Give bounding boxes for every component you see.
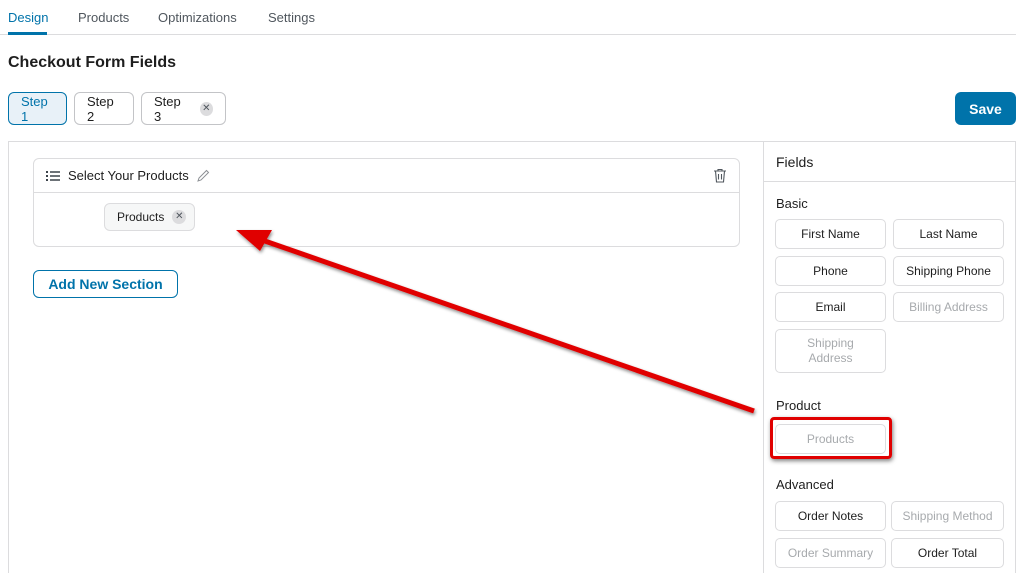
step-2-button[interactable]: Step 2 — [74, 92, 134, 125]
field-billing-address[interactable]: Billing Address — [893, 292, 1004, 322]
remove-step-icon[interactable]: ✕ — [199, 101, 213, 116]
field-email[interactable]: Email — [775, 292, 886, 322]
tab-settings[interactable]: Settings — [268, 10, 315, 25]
product-group-label: Product — [776, 398, 821, 413]
save-button[interactable]: Save — [955, 92, 1016, 125]
products-field-chip-label: Products — [117, 210, 165, 224]
field-phone[interactable]: Phone — [775, 256, 886, 286]
step-1-button[interactable]: Step 1 — [8, 92, 67, 125]
advanced-group-label: Advanced — [776, 477, 834, 492]
step-3-button[interactable]: Step 3 ✕ — [141, 92, 226, 125]
fields-sidebar: Fields Basic First Name Last Name Phone … — [763, 141, 1016, 573]
list-icon — [46, 170, 60, 181]
remove-field-icon[interactable]: ✕ — [172, 210, 187, 224]
step-3-label: Step 3 — [154, 93, 181, 124]
form-builder-canvas: Select Your Products Products ✕ Add New … — [8, 141, 764, 573]
field-order-notes[interactable]: Order Notes — [775, 501, 886, 531]
top-tab-bar: Design Products Optimizations Settings — [0, 0, 1016, 35]
field-order-total[interactable]: Order Total — [891, 538, 1004, 568]
trash-icon[interactable] — [713, 168, 727, 183]
active-tab-indicator — [8, 32, 47, 35]
page-title: Checkout Form Fields — [8, 54, 177, 71]
edit-pencil-icon[interactable] — [196, 169, 210, 182]
fields-header: Fields — [764, 142, 1015, 182]
products-field-chip[interactable]: Products ✕ — [104, 203, 196, 231]
field-first-name[interactable]: First Name — [775, 219, 886, 249]
field-products[interactable]: Products — [775, 424, 886, 454]
tab-products[interactable]: Products — [78, 10, 129, 25]
tab-design[interactable]: Design — [8, 10, 48, 25]
add-new-section-button[interactable]: Add New Section — [33, 270, 178, 298]
section-title: Select Your Products — [68, 168, 189, 183]
basic-group-label: Basic — [776, 196, 808, 211]
step-2-label: Step 2 — [87, 93, 114, 124]
field-shipping-method[interactable]: Shipping Method — [891, 501, 1004, 531]
form-section: Select Your Products Products ✕ — [33, 158, 740, 247]
field-order-summary[interactable]: Order Summary — [775, 538, 886, 568]
tab-optimizations[interactable]: Optimizations — [158, 10, 237, 25]
step-1-label: Step 1 — [21, 93, 48, 124]
field-last-name[interactable]: Last Name — [893, 219, 1004, 249]
section-header[interactable]: Select Your Products — [34, 159, 739, 193]
field-shipping-phone[interactable]: Shipping Phone — [893, 256, 1004, 286]
field-shipping-address[interactable]: Shipping Address — [775, 329, 886, 373]
